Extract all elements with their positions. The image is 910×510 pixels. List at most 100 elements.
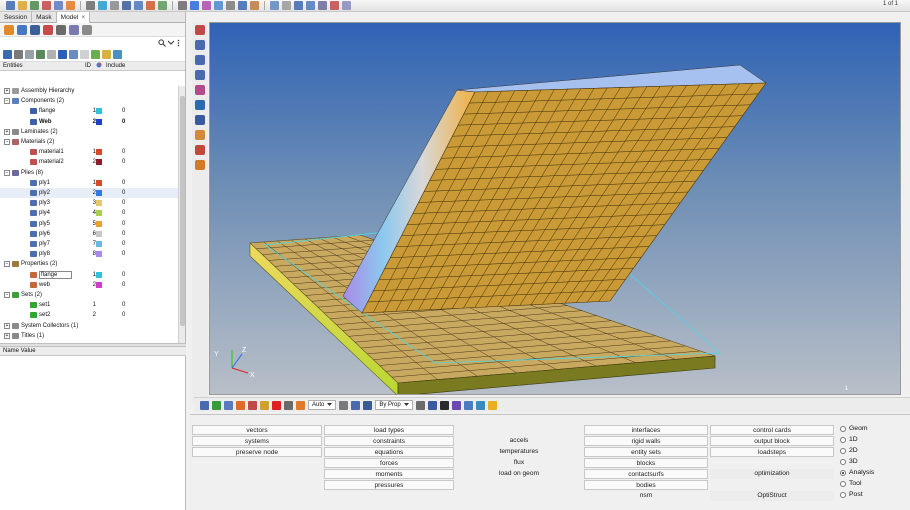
split-icon[interactable] [250, 1, 259, 10]
tree-row[interactable]: − Sets (2) [0, 290, 178, 300]
color-swatch[interactable] [96, 118, 102, 125]
save-icon[interactable] [30, 1, 39, 10]
component-color-icon[interactable] [236, 400, 245, 410]
mesh-color-icon[interactable] [224, 400, 233, 410]
collapse-icon[interactable]: − [4, 139, 10, 145]
tab-mask[interactable]: Mask [32, 12, 57, 23]
color-swatch[interactable] [96, 149, 102, 156]
show-icon[interactable] [25, 50, 34, 59]
normals-icon[interactable] [463, 400, 473, 410]
settings-icon[interactable] [82, 24, 92, 35]
new-file-icon[interactable] [6, 1, 15, 10]
radio-dot[interactable] [840, 425, 846, 432]
expand-icon[interactable]: + [4, 88, 10, 94]
menu-preserve-node-button[interactable]: preserve node [192, 447, 322, 457]
tree-row[interactable]: + Assembly Hierarchy [0, 86, 178, 96]
menu-equations-button[interactable]: equations [324, 447, 454, 457]
open-file-icon[interactable] [18, 1, 27, 10]
color-by-icon[interactable] [363, 400, 373, 410]
component-view-icon[interactable] [17, 24, 27, 35]
layers-icon[interactable] [195, 115, 205, 125]
page-radio-analysis[interactable]: Analysis [840, 469, 874, 476]
menu-load-types-button[interactable]: load types [324, 425, 454, 435]
collapse-icon[interactable]: − [4, 98, 10, 105]
top-view-icon[interactable] [190, 1, 199, 10]
shaded-icon[interactable] [195, 85, 205, 95]
tree-scrollbar[interactable] [178, 86, 185, 352]
mask-view-icon[interactable] [284, 400, 293, 410]
menu-dots-icon[interactable] [176, 39, 181, 47]
hide-icon[interactable] [36, 50, 45, 59]
menu-load-on-geom-button[interactable]: load on geom [456, 469, 582, 479]
tree-row[interactable]: − Components (2) [0, 96, 178, 106]
color-swatch[interactable] [96, 271, 102, 278]
tree-row[interactable]: material1 1 0 [0, 147, 178, 157]
tree-row[interactable]: ply8 8 0 [0, 249, 178, 259]
line-style-icon[interactable] [439, 400, 449, 410]
chevron-down-icon[interactable] [168, 40, 174, 46]
tree-row[interactable]: ply7 7 0 [0, 239, 178, 249]
menu-pressures-button[interactable]: pressures [324, 480, 454, 490]
color-swatch[interactable] [96, 281, 102, 288]
menu-moments-button[interactable]: moments [324, 469, 454, 479]
color-swatch[interactable] [96, 220, 102, 227]
zoom-out-icon[interactable] [134, 1, 143, 10]
radio-dot[interactable] [840, 447, 846, 454]
radio-dot[interactable] [840, 480, 846, 487]
page-radio-tool[interactable]: Tool [840, 480, 861, 487]
tree-row[interactable]: ply6 6 0 [0, 229, 178, 239]
mask-icon[interactable] [195, 40, 205, 50]
section-icon[interactable] [195, 160, 205, 170]
composite-mesh-model[interactable]: Y X Z [210, 23, 901, 395]
collapse-icon[interactable] [14, 50, 23, 59]
iso-view-icon[interactable] [202, 1, 211, 10]
tree-row[interactable]: − Materials (2) [0, 137, 178, 147]
tree-row[interactable]: − Plies (8) [0, 168, 178, 178]
element-shape-icon[interactable] [451, 400, 461, 410]
menu-contactsurfs-button[interactable]: contactsurfs [584, 469, 708, 479]
transparency-icon[interactable] [351, 400, 361, 410]
menu-flux-button[interactable]: flux [456, 458, 582, 468]
redo-icon[interactable] [86, 1, 95, 10]
wireframe-icon[interactable] [415, 400, 425, 410]
color-swatch[interactable] [96, 251, 102, 258]
page-radio-1d[interactable]: 1D [840, 436, 858, 443]
auto-dropdown[interactable]: Auto [308, 400, 337, 410]
search-icon[interactable] [158, 38, 166, 47]
plot-icon[interactable] [195, 130, 205, 140]
expand-icon[interactable]: + [4, 128, 10, 135]
monitor-icon[interactable] [475, 400, 485, 410]
menu-rigid-walls-button[interactable]: rigid walls [584, 436, 708, 446]
results-view-icon[interactable] [69, 24, 79, 35]
page-radio-3d[interactable]: 3D [840, 458, 858, 465]
pan-icon[interactable] [110, 1, 119, 10]
radio-dot[interactable] [840, 469, 846, 476]
tree-row[interactable]: + Laminates (2) [0, 127, 178, 137]
menu-entity-sets-button[interactable]: entity sets [584, 447, 708, 457]
menu-systems-button[interactable]: systems [192, 436, 322, 446]
perspective-icon[interactable] [214, 1, 223, 10]
tree-row[interactable]: ply4 4 0 [0, 208, 178, 218]
element-color-icon[interactable] [212, 400, 221, 410]
menu-blocks-button[interactable]: blocks [584, 458, 708, 468]
tree-row[interactable]: material2 2 0 [0, 157, 178, 167]
display-icon[interactable] [195, 25, 205, 35]
front-view-icon[interactable] [158, 1, 167, 10]
color-icon[interactable] [58, 50, 67, 59]
select-icon[interactable] [306, 1, 315, 10]
zoom-in-icon[interactable] [122, 1, 131, 10]
part-view-icon[interactable] [30, 24, 40, 35]
menu-nsm-button[interactable]: nsm [584, 491, 708, 501]
find-entity-icon[interactable] [195, 70, 205, 80]
display-control-icon[interactable] [296, 400, 305, 410]
menu-loadsteps-button[interactable]: loadsteps [710, 447, 834, 457]
radio-dot[interactable] [840, 436, 846, 443]
undo-icon[interactable] [66, 1, 75, 10]
tree-row[interactable]: flange 1 0 [0, 106, 178, 116]
include-view-icon[interactable] [43, 24, 53, 35]
reveal-icon[interactable] [195, 55, 205, 65]
tree-row[interactable]: ply3 3 0 [0, 198, 178, 208]
tree-row[interactable]: ply5 5 0 [0, 219, 178, 229]
include-column[interactable]: Include [106, 63, 146, 69]
view-icon[interactable] [4, 24, 14, 35]
